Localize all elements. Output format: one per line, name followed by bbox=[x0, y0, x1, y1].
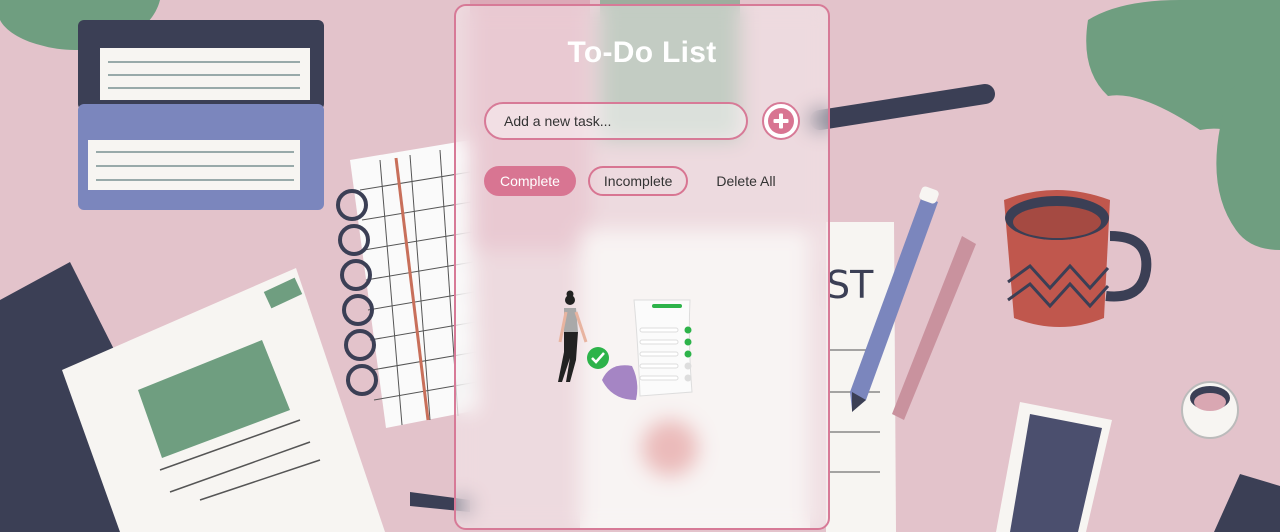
list-sheet-text: ST bbox=[826, 263, 874, 307]
page-title: To-Do List bbox=[567, 36, 717, 69]
filter-bar: Complete Incomplete Delete All bbox=[484, 166, 792, 196]
plus-circle-icon bbox=[768, 108, 794, 134]
task-input[interactable] bbox=[484, 102, 748, 140]
todo-card: To-Do List Complete Incomplete Delete Al… bbox=[454, 4, 830, 530]
complete-filter-button[interactable]: Complete bbox=[484, 166, 576, 196]
delete-all-button[interactable]: Delete All bbox=[700, 166, 791, 196]
todo-checklist-illustration bbox=[558, 290, 693, 400]
incomplete-filter-button[interactable]: Incomplete bbox=[587, 166, 689, 196]
add-task-button[interactable] bbox=[762, 102, 800, 140]
